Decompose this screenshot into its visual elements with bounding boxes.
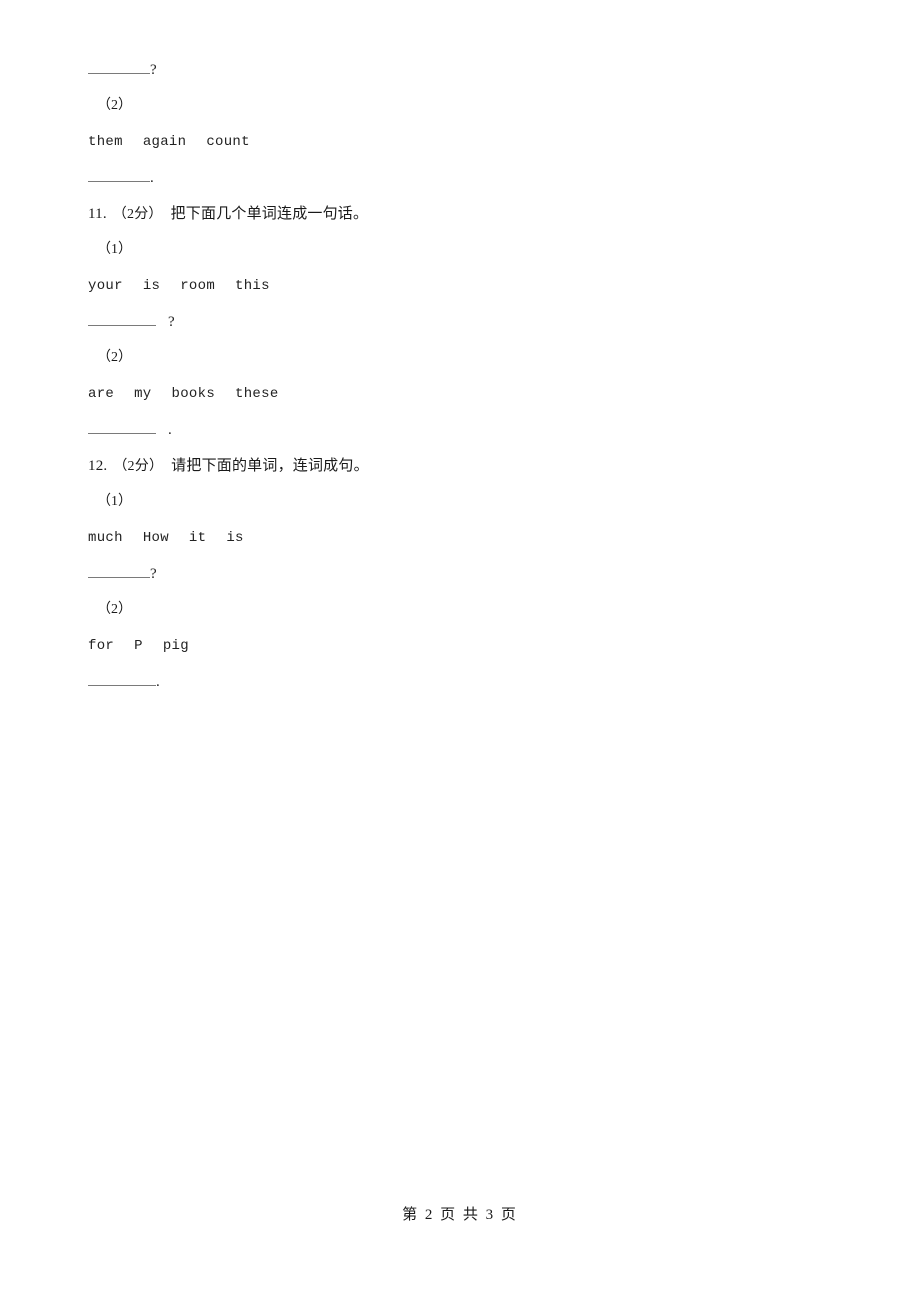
- question-prompt: 把下面几个单词连成一句话。: [170, 206, 369, 222]
- answer-line: ?: [88, 52, 848, 88]
- word-token: again: [142, 134, 187, 150]
- answer-blank[interactable]: [88, 60, 150, 74]
- word-token: them: [88, 134, 123, 150]
- answer-blank[interactable]: [88, 168, 150, 182]
- word-token: books: [171, 386, 216, 402]
- answer-punctuation: ?: [150, 566, 157, 582]
- word-token: count: [206, 134, 250, 150]
- question-heading: 11. （2分） 把下面几个单词连成一句话。: [88, 196, 848, 232]
- sub-question-marker: （2）: [97, 350, 132, 365]
- answer-line: .: [88, 160, 848, 196]
- answer-punctuation: ?: [168, 314, 175, 330]
- question-number: 11.: [88, 206, 107, 222]
- sub-question-marker: （2）: [97, 98, 132, 113]
- document-page: ? （2） them again count. 11. （2分） 把下面几个单词连成一句话。 （…: [0, 0, 920, 1302]
- question-number: 12.: [88, 458, 108, 474]
- sub-question-marker: （2）: [97, 602, 132, 617]
- question-score: （2分）: [113, 459, 164, 474]
- word-token: pig: [162, 638, 189, 654]
- word-token: room: [180, 278, 216, 294]
- answer-line: ?: [88, 304, 848, 340]
- word-token: this: [235, 278, 270, 294]
- word-bank: for Ppig: [88, 628, 848, 664]
- page-footer: 第 2 页 共 3 页: [402, 1207, 518, 1223]
- question-score: （2分）: [112, 207, 163, 222]
- word-token: for: [88, 638, 115, 654]
- word-token: my: [134, 386, 152, 402]
- word-bank: much How it is: [88, 520, 848, 556]
- word-token: is: [142, 278, 161, 294]
- page-content: ? （2） them again count. 11. （2分） 把下面几个单词连成一句话。 （…: [88, 52, 848, 700]
- answer-line: .: [88, 664, 848, 700]
- question-prompt: 请把下面的单词，连词成句。: [171, 458, 369, 474]
- word-bank: them again count: [88, 124, 848, 160]
- word-token: it: [188, 530, 207, 546]
- word-token: these: [235, 386, 279, 402]
- word-token: your: [88, 278, 123, 294]
- word-token: P: [134, 638, 143, 654]
- answer-blank[interactable]: [88, 672, 156, 686]
- word-token: are: [88, 386, 115, 402]
- word-bank: are my books these: [88, 376, 848, 412]
- sub-question-marker: （1）: [97, 242, 132, 257]
- answer-line: ?: [88, 556, 848, 592]
- answer-blank[interactable]: [88, 420, 156, 434]
- answer-blank[interactable]: [88, 564, 150, 578]
- answer-punctuation: .: [168, 422, 172, 438]
- answer-punctuation: .: [156, 674, 160, 690]
- answer-line: .: [88, 412, 848, 448]
- answer-punctuation: .: [150, 170, 154, 186]
- answer-blank[interactable]: [88, 312, 156, 326]
- question-heading: 12. （2分） 请把下面的单词，连词成句。: [88, 448, 848, 484]
- word-token: much: [88, 530, 123, 546]
- word-bank: your is room this: [88, 268, 848, 304]
- answer-punctuation: ?: [150, 62, 157, 78]
- sub-question-marker: （1）: [97, 494, 132, 509]
- word-token: is: [226, 530, 244, 546]
- word-token: How: [142, 530, 169, 546]
